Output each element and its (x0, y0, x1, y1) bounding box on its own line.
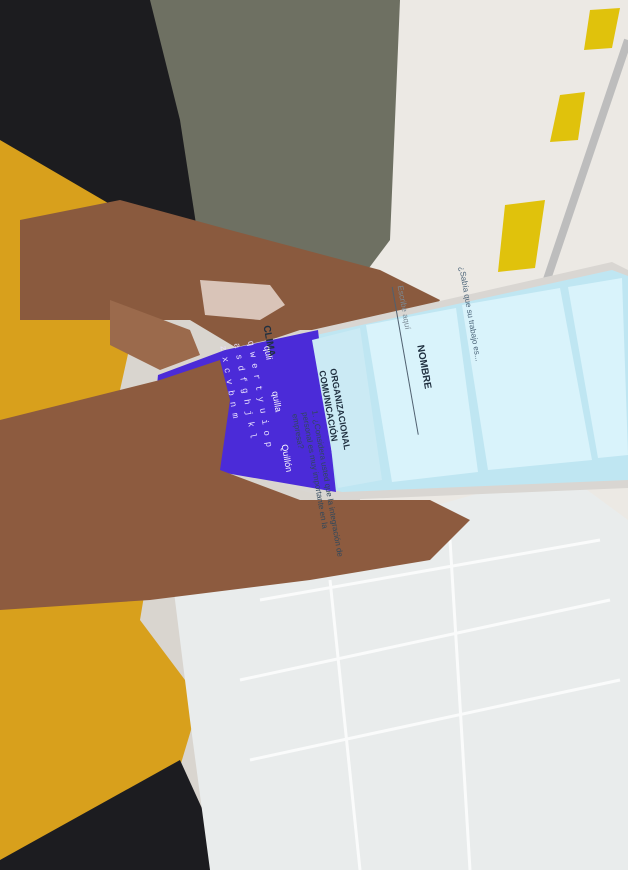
photo-scene: ¿Sabía que su trabajo es... NOMBRE Escri… (0, 0, 628, 870)
photo-illustration (0, 0, 628, 870)
suggestion-1[interactable]: quli (262, 345, 274, 361)
